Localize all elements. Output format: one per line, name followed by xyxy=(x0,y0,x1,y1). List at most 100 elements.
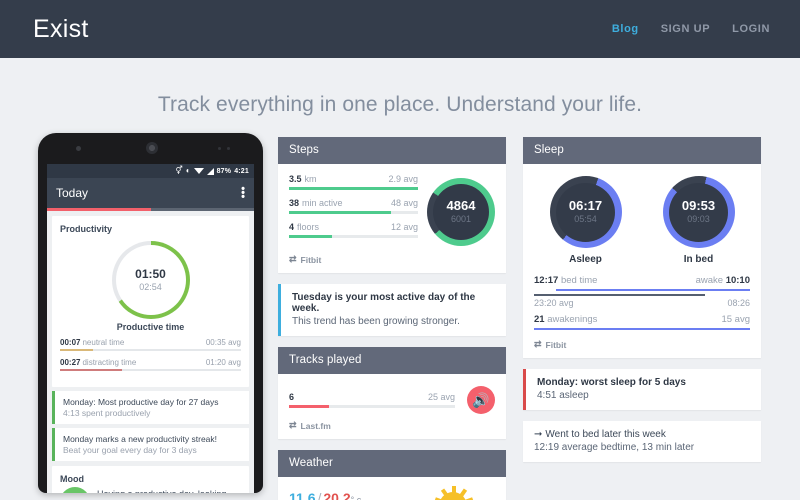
weather-low: 11.6 xyxy=(289,490,316,500)
sleep-awake-label: awake xyxy=(695,275,724,286)
sleep-trend-title: ➞ Went to bed later this week xyxy=(534,429,751,440)
steps-source-label: Fitbit xyxy=(300,254,322,265)
phone-insight-body: Beat your goal every day for 3 days xyxy=(63,445,197,455)
steps-metric-floors-fill xyxy=(289,235,332,238)
weather-panel-title: Weather xyxy=(278,450,506,477)
top-navbar: Exist Blog SIGN UP LOGIN xyxy=(0,0,800,58)
sleep-trend-body: 12:19 average bedtime, 13 min later xyxy=(534,442,695,453)
sync-icon: ⇄ xyxy=(289,254,297,264)
steps-metric-active-label: min active xyxy=(302,198,343,208)
mood-note: Having a productive day, looking forward… xyxy=(97,487,241,493)
right-column: Sleep 06:17 05:54 Asleep 09:53 09:03 In … xyxy=(523,137,761,473)
productivity-average: 02:54 xyxy=(139,281,162,292)
front-camera-icon xyxy=(76,146,81,151)
sleep-source-label: Fitbit xyxy=(545,339,567,350)
sleep-awakenings-avg: 15 avg xyxy=(721,314,750,325)
phone-metric-neutral-bar xyxy=(60,349,241,351)
tracks-bar-fill xyxy=(289,405,329,408)
phone-screen: ⚥ ◐ 87% 4:21 Today • • • Productivity 01… xyxy=(47,164,254,493)
sleep-detail-rows: 12:17 bed time awake 10:10 23:20 avg 08:… xyxy=(523,269,761,337)
sleep-bedtime-avg-bar xyxy=(534,294,750,296)
steps-metric-active-avg: 48 avg xyxy=(390,198,418,208)
asleep-value: 06:17 xyxy=(568,198,603,214)
sleep-awake-value: 10:10 xyxy=(725,275,750,286)
tracks-source[interactable]: ⇄ Last.fm xyxy=(278,418,506,439)
sleep-awakenings-row: 21 awakenings 15 avg xyxy=(534,314,750,330)
phone-insight-card[interactable]: Monday: Most productive day for 27 days … xyxy=(52,391,249,424)
hero-section: Track everything in one place. Understan… xyxy=(0,58,800,137)
asleep-ring-text: 06:17 05:54 xyxy=(568,198,603,224)
asleep-label: Asleep xyxy=(569,254,602,265)
sleep-source[interactable]: ⇄ Fitbit xyxy=(523,337,761,358)
weather-panel-body: 11.6/20.2° c xyxy=(278,477,506,500)
steps-insight-title: Tuesday is your most active day of the w… xyxy=(292,292,476,314)
phone-metric-neutral-time: 00:07 neutral time 00:35 avg xyxy=(60,338,241,351)
nav-link-login[interactable]: LOGIN xyxy=(732,23,770,35)
phone-productivity-caption: Productive time xyxy=(116,322,185,332)
tracks-metric-line: 6 25 avg xyxy=(289,392,455,402)
phone-mood-card: Mood 4 Having a productive day, looking … xyxy=(52,466,249,493)
steps-insight-body: This trend has been growing stronger. xyxy=(292,316,460,327)
phone-insight-card[interactable]: Monday marks a new productivity streak! … xyxy=(52,428,249,461)
tracks-panel-title: Tracks played xyxy=(278,347,506,374)
nav-links: Blog SIGN UP LOGIN xyxy=(612,23,770,35)
phone-insight-body: 4:13 spent productively xyxy=(63,408,151,418)
phone-mood-title: Mood xyxy=(60,474,84,484)
overflow-menu-icon[interactable]: • • • xyxy=(241,184,245,203)
phone-productivity-ring: 01:50 02:54 xyxy=(60,237,241,321)
phone-metric-distracting-time: 00:27 distracting time 01:20 avg xyxy=(60,358,241,371)
sleep-bedtime-bar-fill xyxy=(555,289,750,291)
steps-metric-active-line: 38 min active 48 avg xyxy=(289,198,418,208)
phone-metric-distracting-label: distracting time xyxy=(82,358,137,367)
sleep-insight-card[interactable]: Monday: worst sleep for 5 days 4:51 asle… xyxy=(523,369,761,410)
sleep-panel: Sleep 06:17 05:54 Asleep 09:53 09:03 In … xyxy=(523,137,761,358)
phone-productivity-title: Productivity xyxy=(60,224,113,234)
phone-metric-distracting-line: 00:27 distracting time 01:20 avg xyxy=(60,358,241,367)
phone-metric-neutral-avg: 00:35 avg xyxy=(205,338,241,347)
battery-percent: 87% xyxy=(216,167,232,175)
sync-icon: ⇄ xyxy=(534,339,542,349)
volume-icon[interactable]: 🔊 xyxy=(467,386,495,414)
sleep-bedtime-avg-label: 23:20 avg xyxy=(534,298,574,308)
steps-metric-active-bar xyxy=(289,211,418,214)
steps-panel-title: Steps xyxy=(278,137,506,164)
phone-metric-distracting-bar xyxy=(60,369,241,371)
steps-metric-active: 38 min active 48 avg xyxy=(289,198,418,214)
steps-progress-ring-icon: 4864 6001 xyxy=(427,178,495,246)
nav-link-blog[interactable]: Blog xyxy=(612,23,639,35)
middle-column: Steps 3.5 km 2.9 avg 38 min active 48 av… xyxy=(278,137,506,500)
weather-temperature: 11.6/20.2° c xyxy=(289,490,361,500)
steps-metric-floors-label: floors xyxy=(297,222,320,232)
sun-icon xyxy=(433,486,473,500)
inbed-ring-icon: 09:53 09:03 xyxy=(662,176,735,248)
phone-bezel-top xyxy=(38,133,263,164)
sleep-awakenings-bar xyxy=(534,328,750,330)
steps-metric-km-fill xyxy=(289,187,418,190)
sleep-awakenings-line: 21 awakenings 15 avg xyxy=(534,314,750,325)
sleep-trend-card[interactable]: ➞ Went to bed later this week 12:19 avera… xyxy=(523,421,761,462)
inbed-value: 09:53 xyxy=(681,198,716,214)
steps-insight-card[interactable]: Tuesday is your most active day of the w… xyxy=(278,284,506,336)
steps-source[interactable]: ⇄ Fitbit xyxy=(278,252,506,273)
sleep-inbed-block: 09:53 09:03 In bed xyxy=(662,176,735,265)
sleep-awakenings-label: awakenings xyxy=(547,314,598,325)
weather-unit: ° c xyxy=(350,495,362,500)
sleep-bedtime-row: 12:17 bed time awake 10:10 23:20 avg 08:… xyxy=(534,275,750,308)
steps-metric-floors-avg: 12 avg xyxy=(390,222,418,232)
brand-logo[interactable]: Exist xyxy=(33,15,89,44)
tracks-metric: 6 25 avg xyxy=(289,392,455,408)
steps-goal: 6001 xyxy=(450,214,471,225)
phone-metric-neutral-line: 00:07 neutral time 00:35 avg xyxy=(60,338,241,347)
sleep-bedtime-sub: 23:20 avg 08:26 xyxy=(534,298,750,308)
tracks-avg: 25 avg xyxy=(427,392,455,402)
bluetooth-icon: ⚥ xyxy=(175,166,183,175)
signal-icon xyxy=(206,167,214,175)
asleep-ring-icon: 06:17 05:54 xyxy=(549,176,622,248)
proximity-sensor-icon xyxy=(218,147,221,150)
steps-count: 4864 xyxy=(446,198,476,214)
productivity-value: 01:50 xyxy=(135,266,166,281)
nav-link-sign-up[interactable]: SIGN UP xyxy=(661,23,710,35)
steps-metric-km-label: km xyxy=(304,174,317,184)
sleep-bedtime-bar xyxy=(534,289,750,291)
sleep-bedtime-label: bed time xyxy=(560,275,598,286)
